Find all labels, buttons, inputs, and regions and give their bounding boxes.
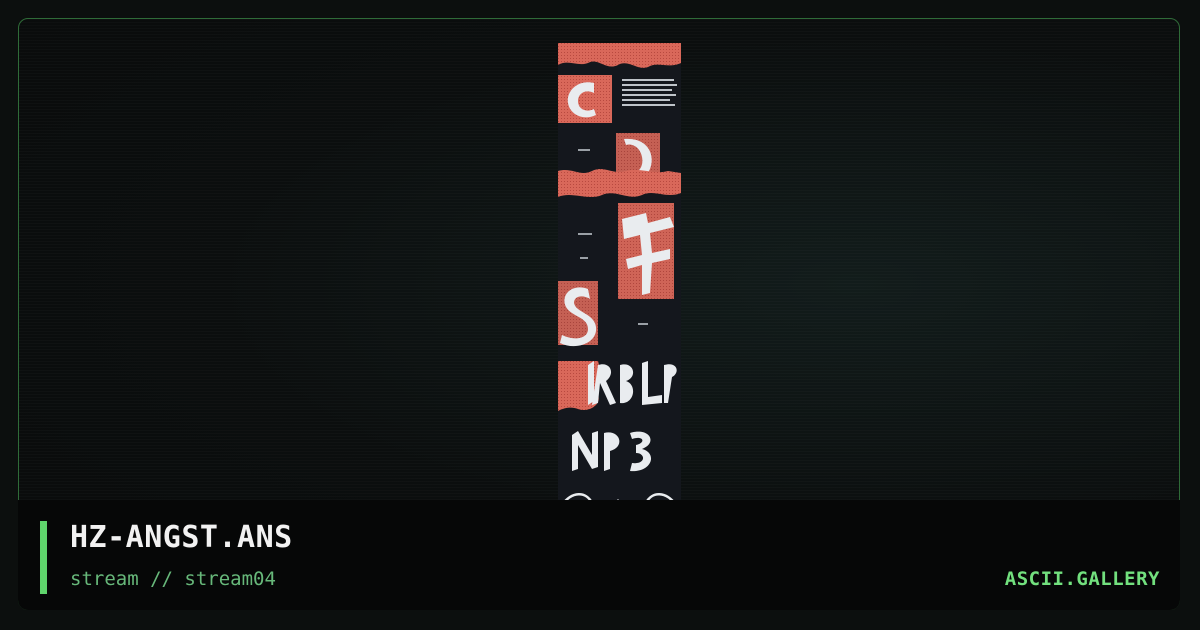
footer-bar: HZ-ANGST.ANS stream // stream04 ASCII.GA…: [18, 500, 1180, 610]
site-brand[interactable]: ASCII.GALLERY: [1005, 568, 1160, 590]
ansi-artwork-preview: [558, 43, 681, 519]
artwork-title: HZ-ANGST.ANS: [70, 520, 293, 555]
logo-np3: [572, 431, 652, 472]
red-splash-top: [558, 43, 681, 68]
artwork-canvas: [558, 43, 681, 515]
red-splash-mid: [558, 169, 681, 197]
artwork-subtitle[interactable]: stream // stream04: [70, 568, 276, 590]
accent-bar: [40, 521, 47, 594]
logo-rbl: [588, 361, 677, 405]
